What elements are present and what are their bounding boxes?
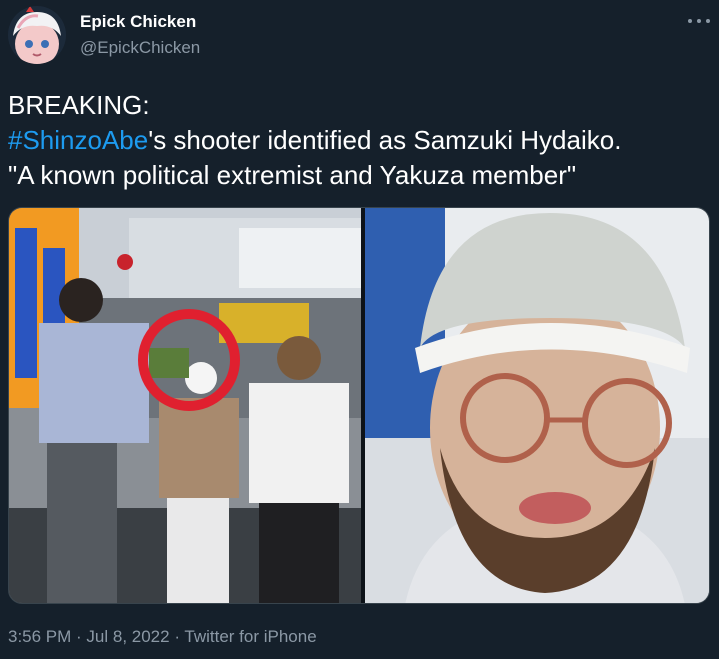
avatar[interactable]	[8, 6, 66, 64]
anime-avatar-icon	[8, 6, 66, 64]
user-handle[interactable]: @EpickChicken	[80, 38, 200, 58]
more-options-icon[interactable]	[688, 14, 710, 28]
tweet-line-3: "A known political extremist and Yakuza …	[8, 160, 577, 190]
crowd-scene-photo[interactable]	[9, 208, 361, 604]
hashtag-link[interactable]: #ShinzoAbe	[8, 125, 148, 155]
tweet-media[interactable]	[8, 207, 710, 604]
display-name[interactable]: Epick Chicken	[80, 12, 196, 32]
tweet-line-1: BREAKING:	[8, 90, 150, 120]
tweet-line-2: #ShinzoAbe's shooter identified as Samzu…	[8, 123, 708, 158]
tweet-line-2-text: 's shooter identified as Samzuki Hydaiko…	[148, 125, 622, 155]
tweet-text: BREAKING: #ShinzoAbe's shooter identifie…	[8, 88, 708, 193]
bearded-man-selfie-photo[interactable]	[365, 208, 710, 604]
tweet-timestamp[interactable]: 3:56 PM · Jul 8, 2022 · Twitter for iPho…	[8, 627, 317, 647]
